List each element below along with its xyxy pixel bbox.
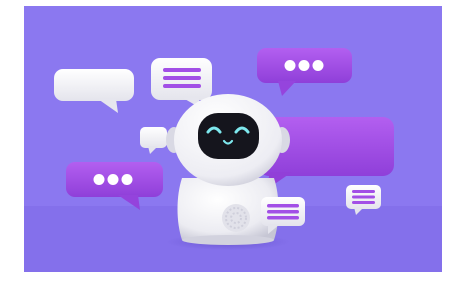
robot-illustration <box>24 6 442 272</box>
